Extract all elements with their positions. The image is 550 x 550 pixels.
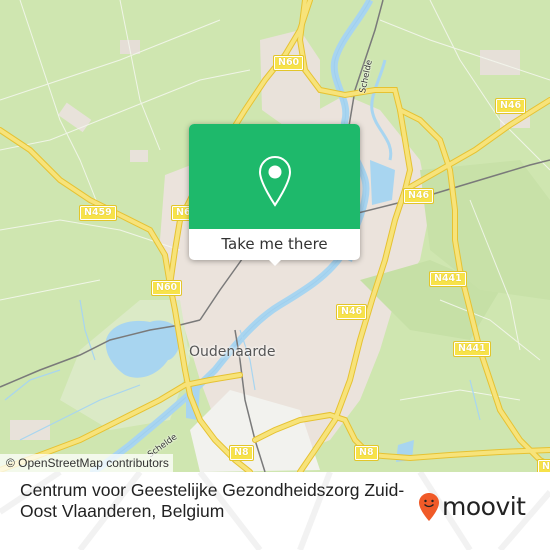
city-label-oudenaarde: Oudenaarde — [189, 344, 276, 360]
road-label-n8-partial: N8 — [537, 459, 550, 472]
road-label-n60: N60 — [150, 280, 183, 296]
map[interactable]: N60 N46 N46 N459 N6 N60 N441 N46 N441 N8… — [0, 0, 550, 472]
road-label-n46: N46 — [335, 304, 368, 320]
road-label-n441: N441 — [453, 341, 491, 357]
location-popup[interactable]: Take me there — [189, 124, 360, 266]
moovit-smiley-pin-icon — [419, 493, 439, 521]
popup-header — [189, 124, 360, 229]
map-pin-icon — [258, 155, 292, 207]
road-label-n46: N46 — [494, 98, 527, 114]
footer: Centrum voor Geestelijke Gezondheidszorg… — [0, 472, 550, 550]
moovit-logo[interactable]: moovit — [418, 492, 526, 522]
road-label-n459: N459 — [79, 205, 117, 221]
road-label-n60: N60 — [272, 55, 305, 71]
road-label-n46: N46 — [402, 188, 435, 204]
road-label-n8: N8 — [354, 445, 379, 461]
place-name: Centrum voor Geestelijke Gezondheidszorg… — [20, 480, 405, 521]
road-label-n441: N441 — [429, 271, 467, 287]
take-me-there-button[interactable]: Take me there — [189, 229, 360, 260]
moovit-wordmark: moovit — [442, 492, 526, 521]
map-attribution[interactable]: © OpenStreetMap contributors — [0, 454, 173, 472]
popup-pointer — [267, 258, 283, 266]
road-label-n8: N8 — [229, 445, 254, 461]
